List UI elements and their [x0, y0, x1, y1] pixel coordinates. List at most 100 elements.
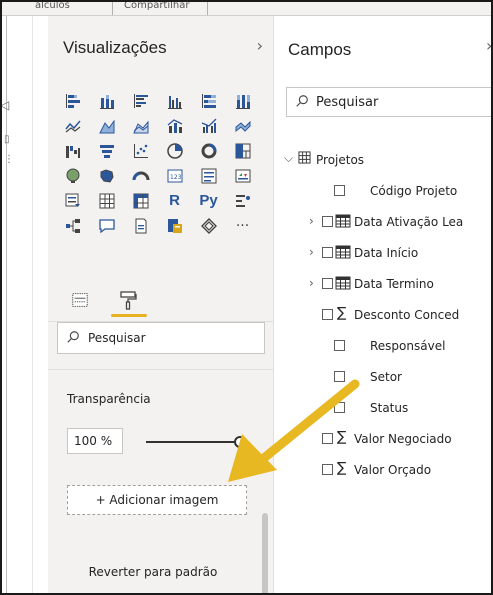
field-item[interactable]: Setor [284, 361, 491, 392]
field-checkbox[interactable] [334, 371, 345, 382]
field-checkbox[interactable] [322, 247, 333, 258]
fields-search-box[interactable] [286, 87, 491, 117]
pane-scrollbar[interactable] [262, 513, 268, 593]
slicer-icon[interactable] [58, 191, 87, 211]
field-item[interactable]: › Data Início [284, 237, 491, 268]
table-name: Projetos [316, 152, 365, 167]
paginated-icon[interactable] [160, 216, 189, 236]
filled-map-icon[interactable] [92, 166, 121, 186]
field-checkbox[interactable] [334, 340, 345, 351]
table-row-projetos[interactable]: ⌵ Projetos [284, 144, 491, 175]
matrix-icon[interactable] [126, 191, 155, 211]
key-influencers-icon[interactable] [228, 191, 257, 211]
clustered-bar-icon[interactable] [126, 91, 155, 111]
field-label: Valor Orçado [354, 462, 432, 477]
field-label: Código Projeto [370, 183, 458, 198]
field-checkbox[interactable] [334, 185, 345, 196]
format-search-box[interactable] [57, 322, 265, 354]
kpi-icon[interactable] [228, 166, 257, 186]
field-checkbox[interactable] [322, 278, 333, 289]
area-chart-icon[interactable] [92, 116, 121, 136]
funnel-icon[interactable] [92, 141, 121, 161]
field-item[interactable]: ∑ Valor Orçado [284, 454, 491, 485]
ribbon-item-calculos[interactable]: alculos [35, 2, 70, 11]
field-checkbox[interactable] [322, 216, 333, 227]
clustered-column-icon[interactable] [160, 91, 189, 111]
slider-thumb[interactable] [234, 436, 246, 448]
power-bi-window: alculos Compartilhar ◁ ▯ ⋮ Visualizações… [0, 0, 493, 595]
field-item[interactable]: › Data Ativação Lea [284, 206, 491, 237]
r-visual-icon[interactable]: R [160, 191, 189, 211]
stacked-column-icon[interactable] [92, 91, 121, 111]
field-label: Setor [370, 369, 402, 384]
ribbon-item-share[interactable]: Compartilhar [124, 2, 189, 11]
visual-gallery: 123 R Py ··· [58, 88, 268, 238]
section-divider [48, 369, 274, 370]
field-item[interactable]: ∑ Valor Negociado [284, 423, 491, 454]
chevron-down-icon[interactable]: ⌵ [284, 151, 293, 166]
chevron-right-icon[interactable]: › [257, 36, 263, 55]
stacked-area-icon[interactable] [126, 116, 155, 136]
decomposition-tree-icon[interactable] [58, 216, 87, 236]
fields-search-input[interactable] [316, 94, 491, 110]
transparency-slider[interactable] [146, 436, 246, 448]
100-column-icon[interactable] [228, 91, 257, 111]
donut-icon[interactable] [194, 141, 223, 161]
line-column-icon[interactable] [160, 116, 189, 136]
chevron-right-icon[interactable]: › [486, 36, 491, 55]
field-item[interactable]: ∑ Desconto Conced [284, 299, 491, 330]
field-label: Responsável [370, 338, 446, 353]
chevron-right-icon[interactable]: › [309, 214, 319, 228]
pie-icon[interactable] [160, 141, 189, 161]
fields-title: Campos [288, 40, 352, 59]
card-icon[interactable]: 123 [160, 166, 189, 186]
format-paint-roller-icon[interactable] [114, 286, 142, 314]
line-chart-icon[interactable] [58, 116, 87, 136]
field-checkbox[interactable] [322, 464, 333, 475]
field-checkbox[interactable] [322, 433, 333, 444]
visualizations-title: Visualizações [63, 38, 167, 57]
scatter-icon[interactable] [126, 141, 155, 161]
transparency-value-input[interactable]: 100 % [67, 428, 123, 454]
add-image-button[interactable]: + Adicionar imagem [67, 485, 247, 515]
ribbon-strip: alculos Compartilhar [2, 2, 491, 16]
field-item[interactable]: Status [284, 392, 491, 423]
treemap-icon[interactable] [228, 141, 257, 161]
field-item[interactable]: Código Projeto [284, 175, 491, 206]
map-icon[interactable] [58, 166, 87, 186]
reset-default-button[interactable]: Reverter para padrão [48, 565, 258, 579]
chevron-right-icon[interactable]: › [309, 245, 319, 259]
ribbon-chart-icon[interactable] [228, 116, 257, 136]
canvas-fragment-icon: ⋮ [4, 154, 14, 165]
slider-track[interactable] [146, 441, 240, 443]
active-tab-indicator [111, 314, 147, 317]
table-icon[interactable] [92, 191, 121, 211]
fields-tab-icon[interactable] [66, 286, 94, 314]
calendar-icon [335, 245, 351, 262]
multirow-card-icon[interactable] [194, 166, 223, 186]
canvas-fragment-icon: ▯ [4, 134, 10, 145]
svg-text:123: 123 [170, 174, 182, 181]
waterfall-icon[interactable] [58, 141, 87, 161]
field-label: Desconto Conced [354, 307, 460, 322]
collapse-left-icon[interactable]: ◁ [2, 98, 9, 112]
more-icon[interactable]: ··· [228, 216, 257, 236]
search-icon [295, 93, 309, 112]
table-icon [298, 151, 311, 167]
qa-icon[interactable] [92, 216, 121, 236]
line-clustered-icon[interactable] [194, 116, 223, 136]
pane-tabs [48, 282, 274, 322]
field-item[interactable]: › Data Termino [284, 268, 491, 299]
field-item[interactable]: Responsável [284, 330, 491, 361]
power-apps-icon[interactable] [194, 216, 223, 236]
100-bar-icon[interactable] [194, 91, 223, 111]
smart-narrative-icon[interactable] [126, 216, 155, 236]
field-checkbox[interactable] [322, 309, 333, 320]
chevron-right-icon[interactable]: › [309, 276, 319, 290]
canvas-edge: ◁ ▯ ⋮ [2, 16, 48, 593]
stacked-bar-icon[interactable] [58, 91, 87, 111]
format-search-input[interactable] [88, 331, 258, 345]
python-visual-icon[interactable]: Py [194, 191, 223, 211]
field-checkbox[interactable] [334, 402, 345, 413]
gauge-icon[interactable] [126, 166, 155, 186]
